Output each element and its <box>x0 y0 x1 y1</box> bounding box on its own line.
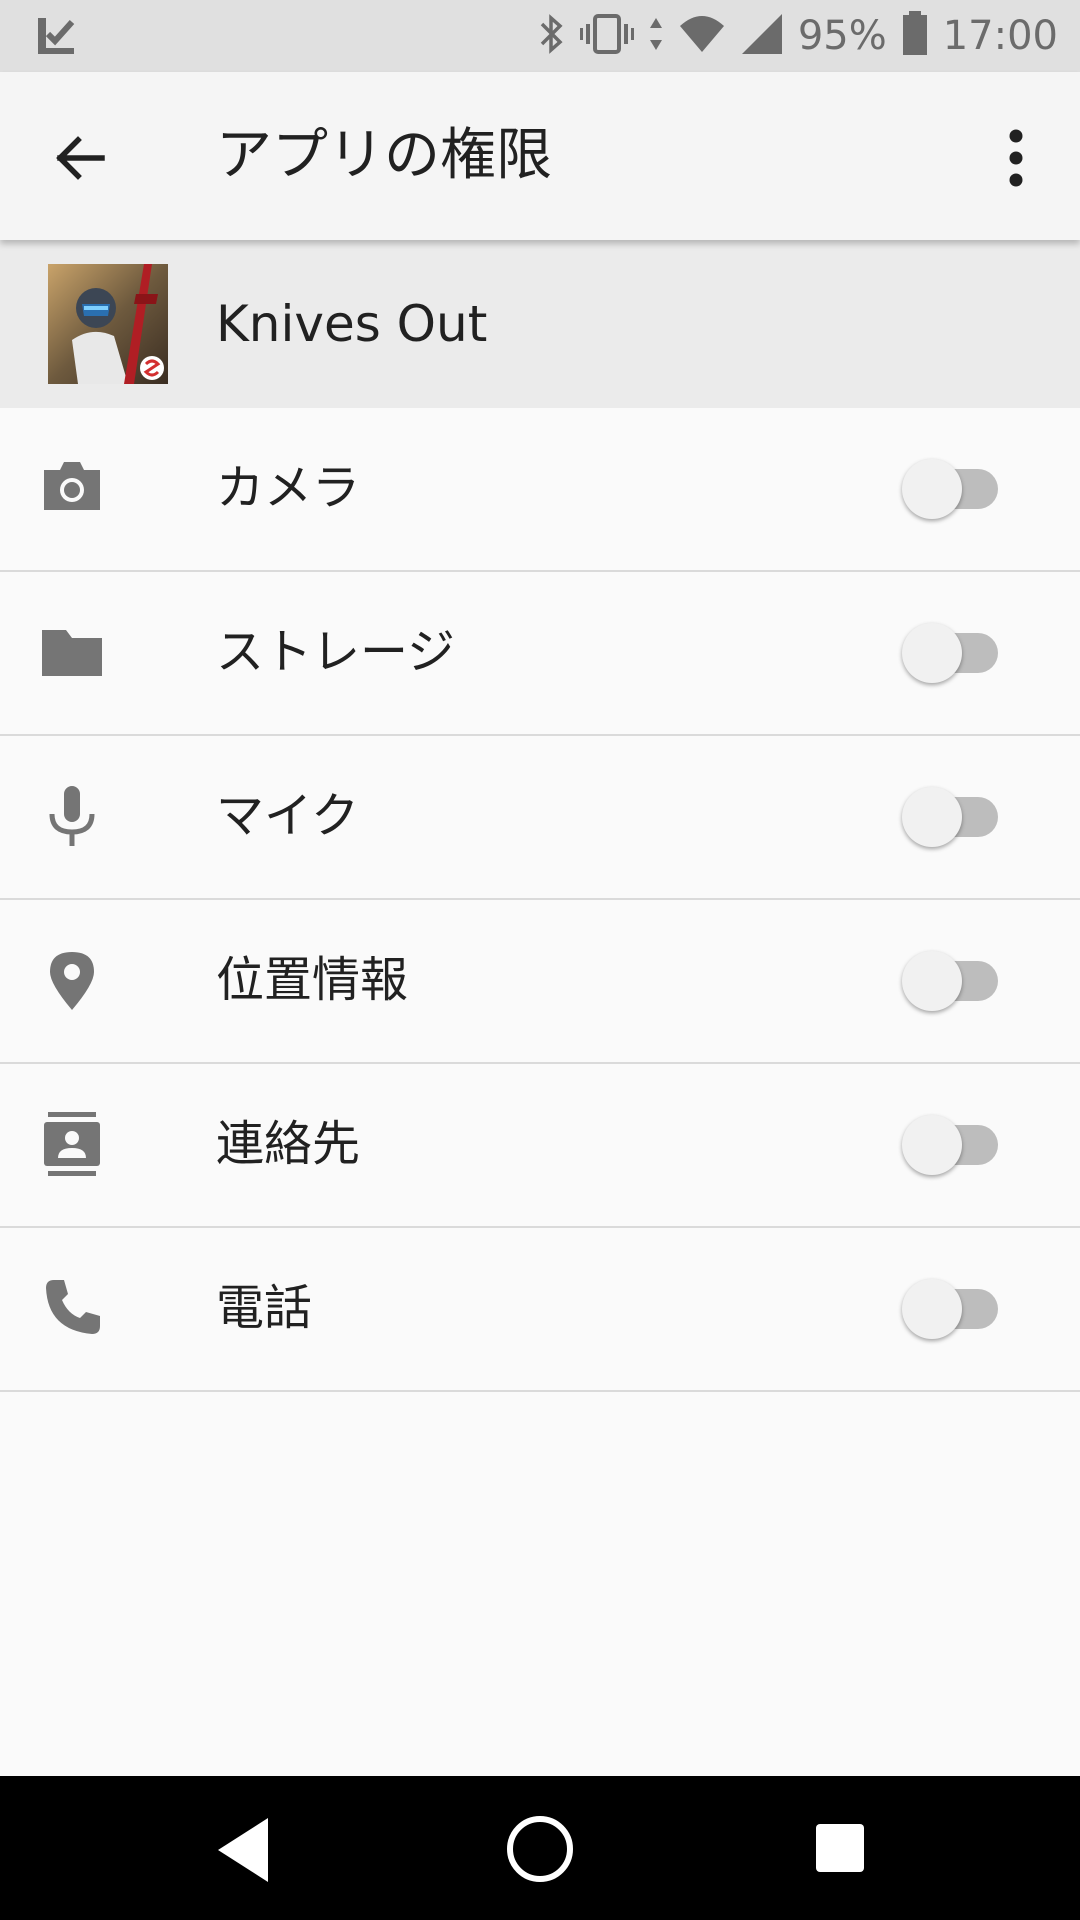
toggle-thumb <box>902 623 962 683</box>
overflow-menu-button[interactable] <box>980 122 1052 194</box>
nav-back-icon <box>218 1818 268 1882</box>
data-arrows-icon <box>648 12 664 60</box>
permission-label: ストレージ <box>216 624 456 680</box>
mic-icon <box>40 784 104 848</box>
permission-row-phone[interactable]: 電話 <box>0 1228 1080 1392</box>
back-button[interactable] <box>48 126 112 190</box>
camera-toggle[interactable] <box>902 459 998 519</box>
nav-back-button[interactable] <box>214 1814 274 1886</box>
app-bar: アプリの権限 <box>0 72 1080 240</box>
permission-row-contacts[interactable]: 連絡先 <box>0 1064 1080 1228</box>
nav-home-icon <box>507 1816 573 1882</box>
storage-toggle[interactable] <box>902 623 998 683</box>
page-title: アプリの権限 <box>216 123 552 188</box>
toggle-thumb <box>902 1279 962 1339</box>
permission-row-microphone[interactable]: マイク <box>0 736 1080 900</box>
permission-row-camera[interactable]: カメラ <box>0 408 1080 572</box>
permission-label: 連絡先 <box>216 1116 361 1172</box>
contacts-toggle[interactable] <box>902 1115 998 1175</box>
status-bar: 95% 17:00 <box>0 0 1080 72</box>
permission-label: カメラ <box>216 460 361 516</box>
signal-icon <box>740 12 784 60</box>
nav-recents-button[interactable] <box>816 1824 864 1872</box>
more-vert-icon <box>1009 129 1023 187</box>
clock: 17:00 <box>942 13 1058 59</box>
phone-toggle[interactable] <box>902 1279 998 1339</box>
permission-label: 電話 <box>216 1280 313 1336</box>
arrow-back-icon <box>56 136 105 180</box>
toggle-thumb <box>902 1115 962 1175</box>
knives-out-app-icon <box>48 264 168 384</box>
battery-icon <box>901 11 929 61</box>
permission-row-storage[interactable]: ストレージ <box>0 572 1080 736</box>
permission-list: カメラ ストレージ マイク 位置情報 連絡先 電話 <box>0 408 1080 1392</box>
contacts-icon <box>40 1112 104 1176</box>
camera-icon <box>40 456 104 520</box>
app-permissions-screen: 95% 17:00 アプリの権限 Knives Out カメラ ストレージ マイ… <box>0 0 1080 1920</box>
phone-icon <box>40 1276 104 1340</box>
location-pin-icon <box>40 948 104 1012</box>
permission-label: マイク <box>216 788 360 844</box>
wifi-icon <box>678 12 726 60</box>
status-icons: 95% 17:00 <box>538 0 1058 72</box>
nav-home-button[interactable] <box>505 1814 575 1884</box>
location-toggle[interactable] <box>902 951 998 1011</box>
microphone-toggle[interactable] <box>902 787 998 847</box>
bluetooth-icon <box>538 12 566 60</box>
permission-row-location[interactable]: 位置情報 <box>0 900 1080 1064</box>
toggle-thumb <box>902 951 962 1011</box>
permission-label: 位置情報 <box>216 952 409 1008</box>
battery-percent: 95% <box>797 13 887 59</box>
notification-check-icon <box>34 14 78 58</box>
folder-icon <box>40 620 104 684</box>
toggle-thumb <box>902 459 962 519</box>
vibrate-icon <box>579 12 634 60</box>
navigation-bar <box>0 1776 1080 1920</box>
toggle-thumb <box>902 787 962 847</box>
app-name: Knives Out <box>216 295 488 353</box>
app-header: Knives Out <box>0 240 1080 408</box>
